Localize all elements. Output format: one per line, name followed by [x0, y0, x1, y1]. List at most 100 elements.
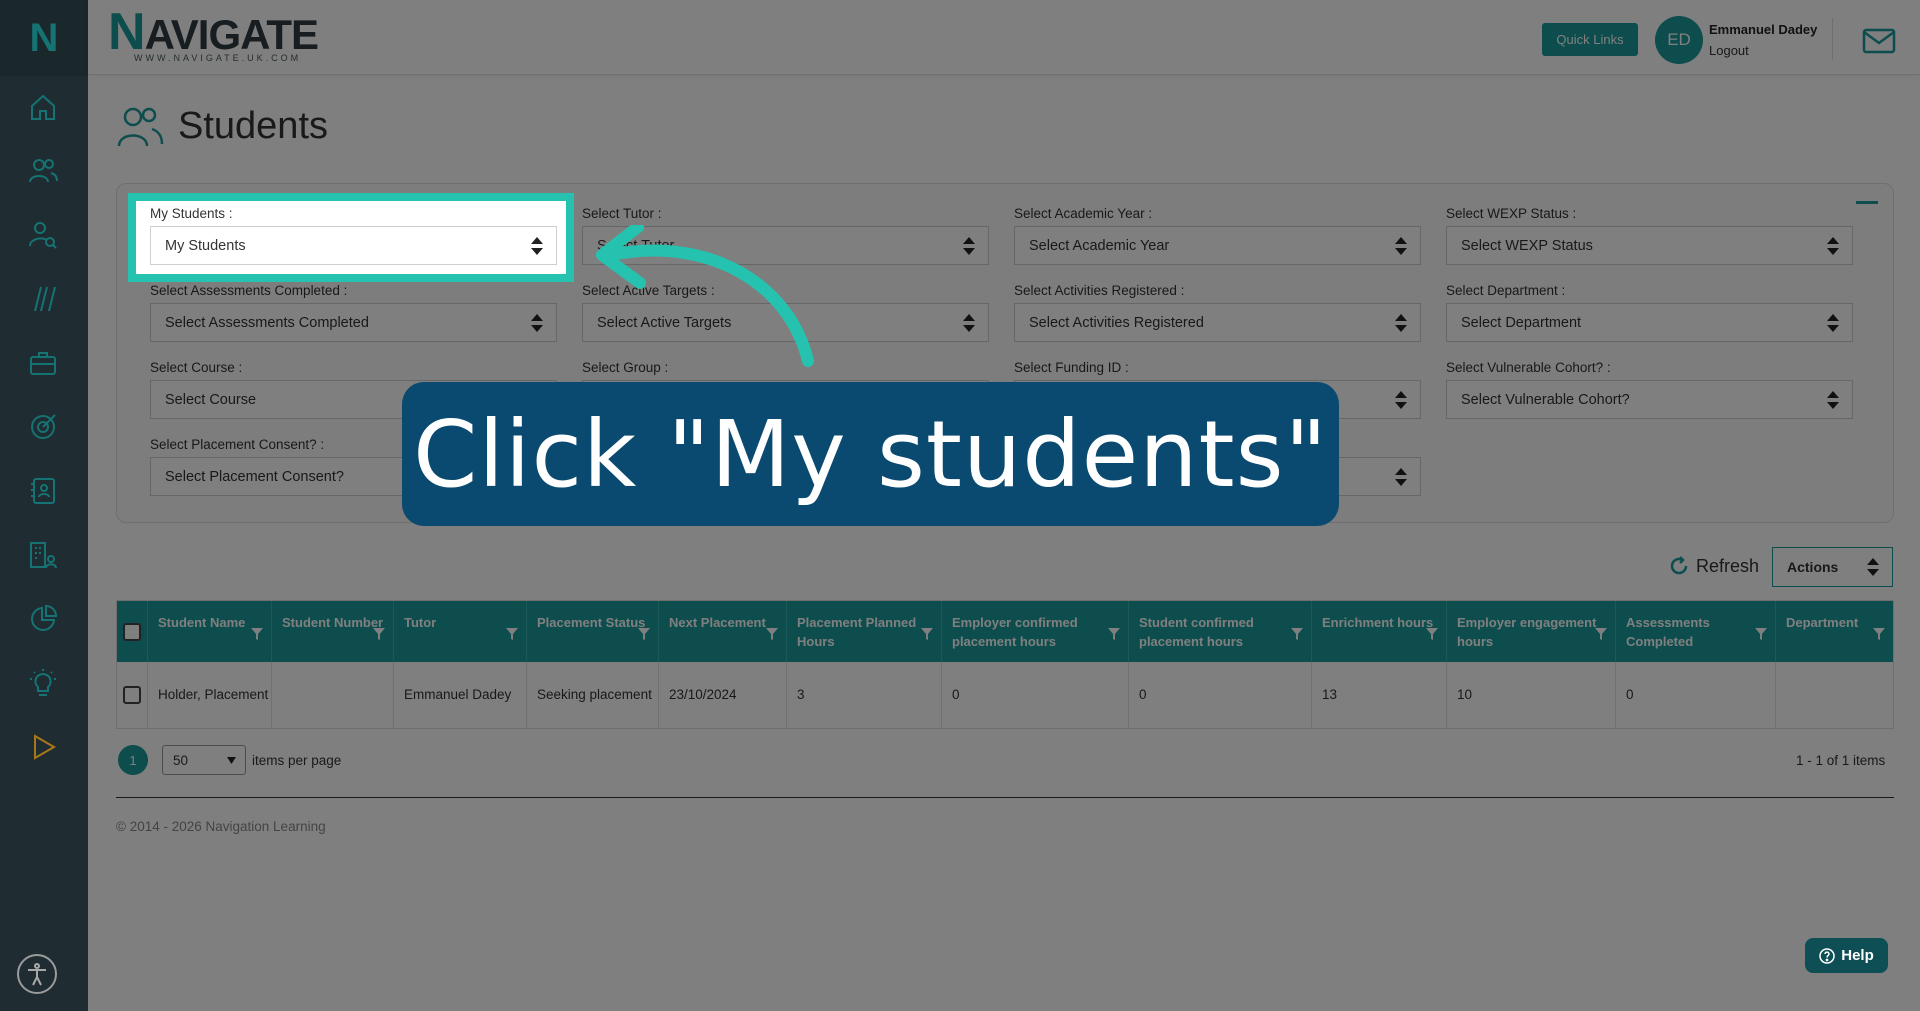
sort-arrows-icon	[963, 237, 975, 255]
department-select-value: Select Department	[1461, 314, 1582, 331]
copyright: © 2014 - 2026 Navigation Learning	[116, 819, 326, 834]
col-student-name[interactable]: Student Name	[148, 601, 272, 662]
collapse-panel-button[interactable]	[1856, 201, 1878, 204]
caret-down-icon	[227, 757, 236, 764]
group-filter-label: Select Group :	[582, 360, 669, 375]
col-header-label: Tutor	[404, 615, 437, 630]
col-student-number[interactable]: Student Number	[272, 601, 394, 662]
table-cell: 23/10/2024	[659, 662, 787, 728]
building-user-icon[interactable]	[18, 530, 68, 580]
sort-arrows-icon	[531, 237, 543, 255]
col-assessments-completed[interactable]: Assessments Completed	[1616, 601, 1776, 662]
filter-icon[interactable]	[1873, 628, 1885, 640]
activities-select[interactable]: Select Activities Registered	[1014, 303, 1421, 342]
user-search-icon[interactable]	[18, 210, 68, 260]
home-icon[interactable]	[18, 82, 68, 132]
filter-icon[interactable]	[1755, 628, 1767, 640]
tutorial-callout: Click "My students"	[402, 382, 1339, 526]
logout-link[interactable]: Logout	[1709, 43, 1749, 58]
col-header-label: Student Name	[158, 615, 246, 630]
brand-logo[interactable]: NAVIGATE WWW.NAVIGATE.UK.COM	[108, 6, 319, 63]
sort-arrows-icon	[1827, 314, 1839, 332]
refresh-label: Refresh	[1696, 555, 1760, 576]
assessments-select[interactable]: Select Assessments Completed	[150, 303, 557, 342]
academic-year-select[interactable]: Select Academic Year	[1014, 226, 1421, 265]
table-cell[interactable]: Holder, Placement	[148, 662, 272, 728]
help-button[interactable]: Help	[1805, 938, 1888, 973]
table-cell: 0	[1129, 662, 1312, 728]
col-header-label: Placement Status	[537, 615, 646, 630]
page-size-select[interactable]: 50	[162, 745, 246, 775]
briefcase-icon[interactable]	[18, 338, 68, 388]
sort-arrows-icon	[1395, 391, 1407, 409]
filter-icon[interactable]	[373, 628, 385, 640]
quick-links-button[interactable]: Quick Links	[1542, 23, 1638, 56]
filter-icon[interactable]	[921, 628, 933, 640]
actions-button[interactable]: Actions	[1772, 547, 1893, 587]
col-placement-status[interactable]: Placement Status	[527, 601, 659, 662]
user-name: Emmanuel Dadey	[1709, 22, 1818, 37]
col-next-placement[interactable]: Next Placement	[659, 601, 787, 662]
course-filter-label: Select Course :	[150, 360, 243, 375]
col-department[interactable]: Department	[1776, 601, 1893, 662]
sort-arrows-icon	[1395, 314, 1407, 332]
help-label: Help	[1841, 947, 1874, 964]
filter-icon[interactable]	[1426, 628, 1438, 640]
lightbulb-icon[interactable]	[18, 658, 68, 708]
tutor-filter-label: Select Tutor :	[582, 206, 662, 221]
col-header-label: Employer confirmed placement hours	[952, 615, 1078, 649]
refresh-button[interactable]: Refresh	[1668, 555, 1759, 577]
filter-icon[interactable]	[638, 628, 650, 640]
filter-icon[interactable]	[1595, 628, 1607, 640]
vulnerable-cohort-select-value: Select Vulnerable Cohort?	[1461, 391, 1630, 408]
accessibility-button[interactable]	[17, 954, 57, 994]
row-checkbox[interactable]	[123, 686, 141, 704]
vulnerable-cohort-select[interactable]: Select Vulnerable Cohort?	[1446, 380, 1853, 419]
play-icon[interactable]	[18, 722, 68, 772]
sort-arrows-icon	[963, 314, 975, 332]
vulnerable-cohort-filter-label: Select Vulnerable Cohort? :	[1446, 360, 1611, 375]
department-select[interactable]: Select Department	[1446, 303, 1853, 342]
page-size-value: 50	[173, 752, 189, 768]
col-student-confirmed[interactable]: Student confirmed placement hours	[1129, 601, 1312, 662]
header-divider	[1832, 18, 1833, 60]
col-header-label: Employer engagement hours	[1457, 615, 1597, 649]
my-students-select[interactable]: My Students	[150, 226, 557, 265]
table-cell: Seeking placement	[527, 662, 659, 728]
table-cell: 13	[1312, 662, 1447, 728]
table-cell: 0	[942, 662, 1129, 728]
target-icon[interactable]	[18, 402, 68, 452]
col-planned-hours[interactable]: Placement Planned Hours	[787, 601, 942, 662]
sidebar-logo[interactable]: N	[0, 0, 88, 76]
contact-book-icon[interactable]	[18, 466, 68, 516]
assessments-filter-label: Select Assessments Completed :	[150, 283, 348, 298]
sort-arrows-icon	[1867, 558, 1879, 576]
page-title: Students	[178, 104, 328, 147]
page-1-button[interactable]: 1	[118, 745, 148, 775]
col-tutor[interactable]: Tutor	[394, 601, 527, 662]
filter-icon[interactable]	[766, 628, 778, 640]
slashes-icon[interactable]	[18, 274, 68, 324]
col-enrichment-hours[interactable]: Enrichment hours	[1312, 601, 1447, 662]
actions-label: Actions	[1787, 559, 1839, 575]
refresh-icon	[1670, 556, 1688, 575]
col-header-label: Student confirmed placement hours	[1139, 615, 1254, 649]
filter-icon[interactable]	[251, 628, 263, 640]
students-icon[interactable]	[18, 146, 68, 196]
my-students-select-value: My Students	[165, 237, 246, 254]
tutor-select-value: Select Tutor	[597, 237, 675, 254]
wexp-status-select[interactable]: Select WEXP Status	[1446, 226, 1853, 265]
active-targets-select[interactable]: Select Active Targets	[582, 303, 989, 342]
tutor-select[interactable]: Select Tutor	[582, 226, 989, 265]
table-cell	[1776, 662, 1893, 728]
avatar[interactable]: ED	[1655, 16, 1703, 64]
col-employer-engagement[interactable]: Employer engagement hours	[1447, 601, 1616, 662]
pie-chart-icon[interactable]	[18, 594, 68, 644]
col-employer-confirmed[interactable]: Employer confirmed placement hours	[942, 601, 1129, 662]
select-all-checkbox[interactable]	[123, 622, 141, 641]
mail-icon[interactable]	[1862, 28, 1896, 54]
my-students-filter-label: My Students :	[150, 206, 233, 221]
filter-icon[interactable]	[506, 628, 518, 640]
filter-icon[interactable]	[1108, 628, 1120, 640]
filter-icon[interactable]	[1291, 628, 1303, 640]
